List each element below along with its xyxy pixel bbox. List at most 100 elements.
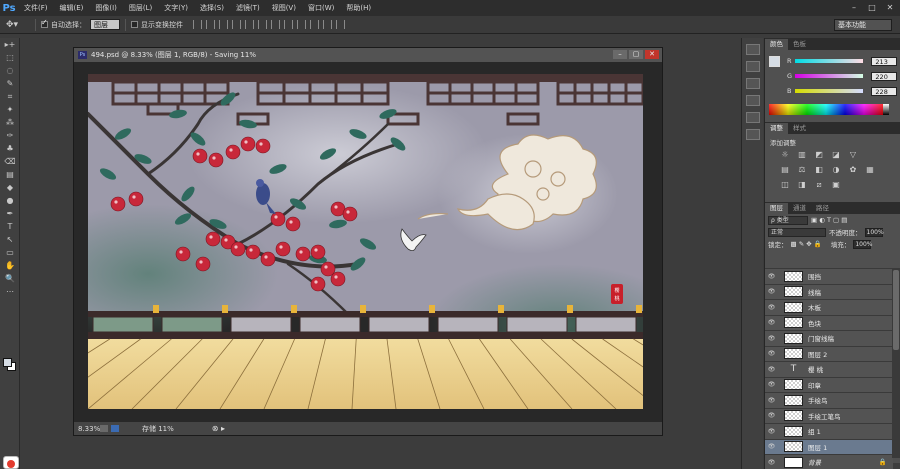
layer-row[interactable]: 👁 手绘鸟 (765, 392, 893, 408)
tool-button[interactable]: ▤ (0, 168, 20, 181)
auto-select-checkbox[interactable] (41, 18, 48, 28)
info-icon[interactable] (745, 129, 760, 140)
menu-item[interactable]: 图层(L) (123, 0, 158, 16)
status-menu-arrow-icon[interactable]: ⊗ ▸ (212, 424, 225, 433)
doc-minimize-button[interactable]: – (613, 50, 627, 59)
tab-channels[interactable]: 通道 (788, 203, 811, 214)
red-value-field[interactable]: 213 (871, 56, 897, 66)
fill-field[interactable]: 100% (853, 239, 872, 249)
adjustment-icon[interactable]: ◫ (777, 180, 793, 190)
tool-button[interactable]: ⋯ (0, 285, 20, 298)
visibility-eye-icon[interactable]: 👁 (765, 412, 778, 419)
menu-item[interactable]: 窗口(W) (302, 0, 340, 16)
tool-button[interactable]: T (0, 220, 20, 233)
layer-row[interactable]: 👁 背景 🔒 (765, 454, 893, 469)
show-transform-checkbox[interactable] (131, 21, 138, 28)
adjustment-icon[interactable] (845, 180, 861, 190)
align-middle-icon[interactable] (206, 20, 215, 29)
tool-button[interactable]: ⁂ (0, 116, 20, 129)
menu-item[interactable]: 编辑(E) (54, 0, 90, 16)
distribute-left-icon[interactable] (310, 20, 319, 29)
visibility-eye-icon[interactable]: 👁 (765, 288, 778, 295)
align-center-icon[interactable] (245, 20, 254, 29)
tab-paths[interactable]: 路径 (811, 203, 834, 214)
doc-restore-button[interactable]: ▢ (629, 50, 643, 59)
distribute-right-icon[interactable] (336, 20, 345, 29)
history-icon[interactable] (745, 44, 760, 55)
layer-row[interactable]: 👁 色块 (765, 314, 893, 330)
taskbar-app-icon[interactable] (3, 456, 19, 469)
tool-button[interactable]: ✦ (0, 103, 20, 116)
layer-row[interactable]: 👁 线稿 (765, 283, 893, 299)
adjustment-icon[interactable]: ▤ (777, 165, 793, 175)
adjustment-icon[interactable]: ▣ (828, 180, 844, 190)
adjustment-icon[interactable] (862, 180, 878, 190)
layers-scrollbar[interactable] (892, 268, 900, 458)
tab-layers[interactable]: 图层 (765, 203, 788, 214)
visibility-eye-icon[interactable]: 👁 (765, 304, 778, 311)
tool-button[interactable]: ✋ (0, 259, 20, 272)
tab-adjustments[interactable]: 调整 (765, 123, 788, 134)
menu-item[interactable]: 图像(I) (89, 0, 123, 16)
properties-icon[interactable] (745, 61, 760, 72)
visibility-eye-icon[interactable]: 👁 (765, 381, 778, 388)
adjustment-icon[interactable]: ✿ (845, 165, 861, 175)
color-foreground-swatch[interactable] (769, 56, 780, 67)
blue-value-field[interactable]: 228 (871, 86, 897, 96)
adjustment-icon[interactable]: ☼ (777, 150, 793, 160)
layer-row[interactable]: 👁 手绘工笔鸟 (765, 407, 893, 423)
layer-row[interactable]: 👁 围挡 (765, 268, 893, 284)
adjustment-icon[interactable]: ◩ (811, 150, 827, 160)
tool-button[interactable]: ▭ (0, 246, 20, 259)
tool-button[interactable]: ♣ (0, 142, 20, 155)
doc-close-button[interactable]: ✕ (645, 50, 659, 59)
adjustment-icon[interactable]: ▥ (794, 150, 810, 160)
tool-button[interactable]: ✒ (0, 207, 20, 220)
menu-item[interactable]: 视图(V) (266, 0, 302, 16)
blend-mode-dropdown[interactable]: 正常 (768, 227, 826, 237)
align-right-icon[interactable] (258, 20, 267, 29)
maximize-button[interactable]: □ (866, 2, 878, 13)
canvas-artwork[interactable]: 樱 桃 (88, 74, 643, 409)
layer-row[interactable]: 👁 T 樱 桃 (765, 361, 893, 377)
adjustment-icon[interactable]: ⚖ (794, 165, 810, 175)
tool-button[interactable]: ◌ (0, 64, 20, 77)
visibility-eye-icon[interactable]: 👁 (765, 366, 778, 373)
blue-slider[interactable] (794, 89, 864, 93)
menu-item[interactable]: 帮助(H) (340, 0, 377, 16)
tool-button[interactable]: ▸+ (0, 38, 20, 51)
visibility-eye-icon[interactable]: 👁 (765, 319, 778, 326)
filter-icons[interactable]: ▣ ◐ T ▢ ▤ (811, 216, 847, 224)
visibility-eye-icon[interactable]: 👁 (765, 443, 778, 450)
visibility-eye-icon[interactable]: 👁 (765, 428, 778, 435)
align-top-icon[interactable] (193, 20, 202, 29)
tool-button[interactable]: 🔍 (0, 272, 20, 285)
align-left-icon[interactable] (232, 20, 241, 29)
auto-select-dropdown[interactable]: 图层 (90, 19, 120, 30)
layer-row[interactable]: 👁 印章 (765, 376, 893, 392)
close-button[interactable]: ✕ (884, 2, 896, 13)
zoom-readout[interactable]: 8.33% (74, 425, 100, 433)
red-slider[interactable] (794, 59, 864, 63)
adjustment-icon[interactable]: ⧄ (811, 180, 827, 190)
adjustment-icon[interactable]: ◧ (811, 165, 827, 175)
layer-filter-dropdown[interactable]: ρ 类型 (768, 215, 808, 225)
foreground-color-swatch[interactable] (3, 358, 12, 367)
workspace-dropdown[interactable]: 基本功能 (834, 19, 892, 31)
distribute-center-icon[interactable] (323, 20, 332, 29)
minimize-button[interactable]: – (848, 2, 860, 13)
layer-row[interactable]: 👁 图层 1 (765, 438, 893, 454)
opacity-field[interactable]: 100% (864, 227, 884, 237)
tool-button[interactable]: ◆ (0, 181, 20, 194)
adjustment-icon[interactable]: ◑ (828, 165, 844, 175)
layer-row[interactable]: 👁 图层 2 (765, 345, 893, 361)
paragraph-icon[interactable] (745, 78, 760, 89)
character-icon[interactable] (745, 95, 760, 106)
color-spectrum[interactable] (769, 104, 883, 115)
visibility-eye-icon[interactable]: 👁 (765, 273, 778, 280)
tool-button[interactable]: ⬚ (0, 51, 20, 64)
lock-icons[interactable]: ▩ ✎ ✥ 🔒 (791, 240, 822, 248)
tab-color[interactable]: 颜色 (765, 39, 788, 50)
adjustment-icon[interactable]: ▦ (862, 165, 878, 175)
document-titlebar[interactable]: Ps 494.psd @ 8.33% (图层 1, RGB/8) - Savin… (74, 48, 662, 62)
